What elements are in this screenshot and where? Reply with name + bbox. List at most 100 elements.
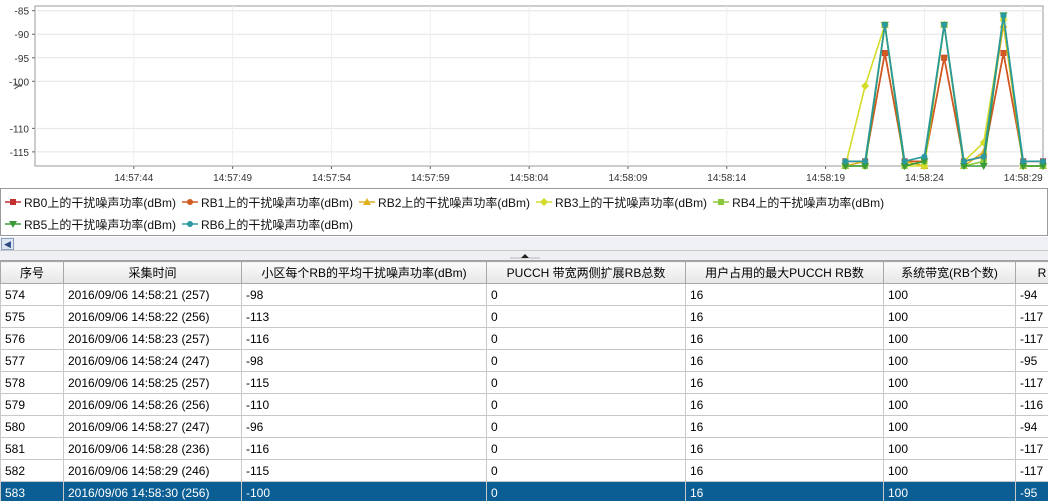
table-cell: 100 — [883, 459, 1016, 482]
table-cell: 100 — [883, 415, 1016, 438]
data-point — [881, 21, 888, 28]
table-cell: -116 — [241, 327, 487, 350]
table-header-row: 序号 采集时间 小区每个RB的平均干扰噪声功率(dBm) PUCCH 带宽两侧扩展RB… — [0, 261, 1048, 284]
column-header[interactable]: 系统带宽(RB个数) — [883, 261, 1016, 284]
table-row[interactable]: 578 2016/09/06 14:58:25 (257) -115 0 16 100 -1… — [0, 371, 1048, 394]
table-cell: -96 — [241, 415, 487, 438]
table-cell: 16 — [685, 371, 884, 394]
x-tick-label: 14:58:04 — [510, 173, 549, 184]
table-cell: 16 — [685, 459, 884, 482]
legend-item-rb1: RB1上的干扰噪声功率(dBm) — [182, 194, 353, 211]
y-tick-label: -95 — [15, 54, 30, 65]
legend-item-rb5: RB5上的干扰噪声功率(dBm) — [5, 216, 176, 233]
table-row[interactable]: 582 2016/09/06 14:58:29 (246) -115 0 16 100 -1… — [0, 459, 1048, 482]
table-cell: 0 — [486, 305, 686, 328]
data-point — [921, 153, 928, 160]
table-cell: 2016/09/06 14:58:26 (256) — [63, 393, 242, 416]
table-cell: -115 — [241, 459, 487, 482]
panel-splitter[interactable] — [0, 251, 1048, 260]
table-cell: 0 — [486, 481, 686, 501]
legend-label: RB2上的干扰噪声功率(dBm) — [378, 195, 531, 210]
table-cell: 574 — [0, 283, 64, 306]
chart-panel: -85 -90 -95 -100 -110 -115 14:57:44 14:57:49 14:… — [0, 0, 1048, 188]
table-cell: 0 — [486, 349, 686, 372]
x-tick-label: 14:57:49 — [213, 173, 252, 184]
table-cell: 0 — [486, 283, 686, 306]
table-row[interactable]: 579 2016/09/06 14:58:26 (256) -110 0 16 100 -1… — [0, 393, 1048, 416]
legend-label: RB4上的干扰噪声功率(dBm) — [732, 195, 885, 210]
table-cell: -98 — [241, 283, 487, 306]
column-header[interactable]: PUCCH 带宽两侧扩展RB总数 — [486, 261, 686, 284]
column-header[interactable]: R — [1015, 261, 1048, 284]
splitter-grip-icon[interactable] — [510, 253, 540, 259]
table-cell: 575 — [0, 305, 64, 328]
legend-item-rb4: RB4上的干扰噪声功率(dBm) — [713, 194, 884, 211]
data-point — [901, 158, 908, 165]
table-cell: 16 — [685, 437, 884, 460]
table-cell: 0 — [486, 371, 686, 394]
legend-swatch-icon — [182, 221, 199, 227]
legend-swatch-icon — [5, 221, 21, 228]
column-header[interactable]: 用户占用的最大PUCCH RB数 — [685, 261, 884, 284]
table-cell: 578 — [0, 371, 64, 394]
table-row[interactable]: 576 2016/09/06 14:58:23 (257) -116 0 16 100 -1… — [0, 327, 1048, 350]
horizontal-scrollbar[interactable]: ◀ — [0, 237, 1048, 251]
table-cell: 16 — [685, 481, 884, 501]
column-header[interactable]: 小区每个RB的平均干扰噪声功率(dBm) — [241, 261, 487, 284]
table-row[interactable]: 575 2016/09/06 14:58:22 (256) -113 0 16 100 -1… — [0, 305, 1048, 328]
x-tick-label: 14:58:09 — [608, 173, 647, 184]
table-cell: -117 — [1015, 371, 1048, 394]
table-row[interactable]: 580 2016/09/06 14:58:27 (247) -96 0 16 100 -94 — [0, 415, 1048, 438]
table-cell: 16 — [685, 327, 884, 350]
table-cell: 100 — [883, 283, 1016, 306]
legend-swatch-icon — [182, 199, 199, 205]
y-tick-label: -85 — [15, 7, 30, 18]
legend-row: RB5上的干扰噪声功率(dBm) RB6上的干扰噪声功率(dBm) — [5, 213, 1043, 235]
table-cell: 100 — [883, 349, 1016, 372]
legend-label: RB0上的干扰噪声功率(dBm) — [24, 195, 177, 210]
x-tick-label: 14:57:59 — [411, 173, 450, 184]
data-point — [1000, 50, 1007, 57]
table-cell: 2016/09/06 14:58:28 (236) — [63, 437, 242, 460]
table-row[interactable]: 583 2016/09/06 14:58:30 (256) -100 0 16 100 -9… — [0, 481, 1048, 501]
data-point — [1020, 158, 1027, 165]
chart-legend: RB0上的干扰噪声功率(dBm) RB1上的干扰噪声功率(dBm) RB2上的干扰噪… — [0, 188, 1048, 236]
data-point — [941, 21, 948, 28]
table-cell: 580 — [0, 415, 64, 438]
plot-area — [34, 5, 1044, 167]
data-point — [980, 153, 987, 160]
table-row[interactable]: 574 2016/09/06 14:58:21 (257) -98 0 16 100 -94 — [0, 283, 1048, 306]
y-axis-label: Y — [13, 82, 25, 90]
x-tick-label: 14:57:54 — [312, 173, 351, 184]
y-tick-label: -115 — [10, 148, 30, 159]
table-cell: 16 — [685, 283, 884, 306]
table-cell: 582 — [0, 459, 64, 482]
scroll-left-arrow-icon[interactable]: ◀ — [1, 238, 14, 250]
table-cell: 576 — [0, 327, 64, 350]
table-cell: 16 — [685, 349, 884, 372]
column-header[interactable]: 序号 — [0, 261, 64, 284]
table-cell: 16 — [685, 305, 884, 328]
table-cell: -110 — [241, 393, 487, 416]
data-point — [842, 158, 849, 165]
data-point — [960, 158, 967, 165]
data-table-container: 序号 采集时间 小区每个RB的平均干扰噪声功率(dBm) PUCCH 带宽两侧扩展RB… — [0, 260, 1048, 501]
legend-label: RB5上的干扰噪声功率(dBm) — [24, 217, 177, 232]
line-chart: -85-90-95-100-110-11514:57:44 14:57:49 14:… — [9, 5, 1047, 184]
table-row[interactable]: 577 2016/09/06 14:58:24 (247) -98 0 16 100 -95 — [0, 349, 1048, 372]
column-header[interactable]: 采集时间 — [63, 261, 242, 284]
table-cell: 0 — [486, 459, 686, 482]
table-cell: 0 — [486, 437, 686, 460]
table-cell: 0 — [486, 393, 686, 416]
table-cell: -117 — [1015, 437, 1048, 460]
table-cell: 100 — [883, 481, 1016, 501]
legend-swatch-icon — [5, 199, 21, 205]
table-cell: 2016/09/06 14:58:24 (247) — [63, 349, 242, 372]
table-cell: 2016/09/06 14:58:30 (256) — [63, 481, 242, 501]
x-tick-label: 14:58:29 — [1004, 173, 1043, 184]
legend-item-rb0: RB0上的干扰噪声功率(dBm) — [5, 194, 176, 211]
table-row[interactable]: 581 2016/09/06 14:58:28 (236) -116 0 16 100 -1… — [0, 437, 1048, 460]
y-tick-label: -90 — [15, 30, 30, 41]
legend-marker — [187, 221, 194, 227]
table-cell: 100 — [883, 437, 1016, 460]
